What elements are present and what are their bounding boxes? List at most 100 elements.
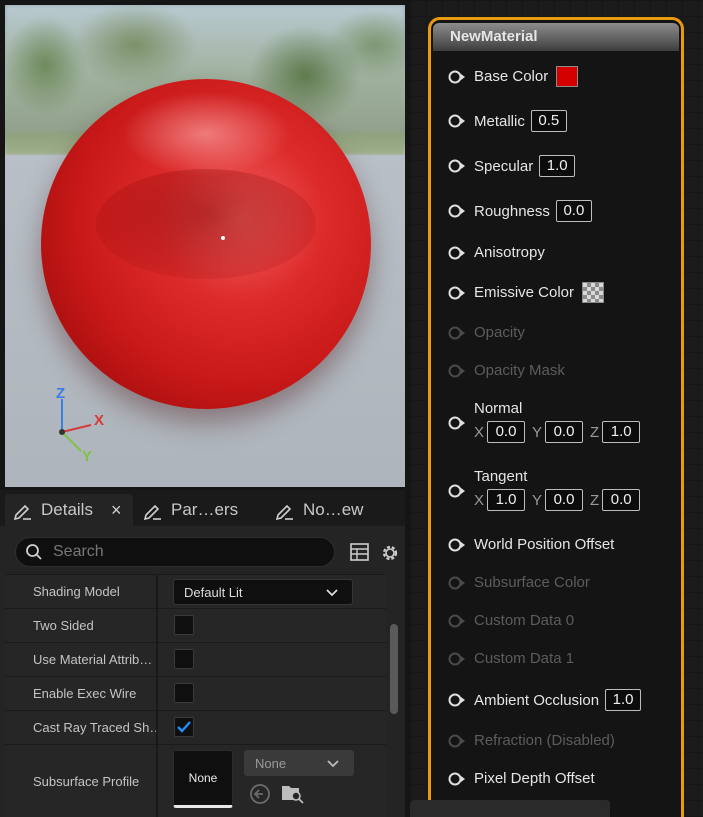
pin-metallic[interactable]: Metallic 0.5	[448, 110, 567, 132]
property-label: Two Sided	[33, 618, 94, 633]
material-graph-canvas[interactable]: NewMaterial Base Color Metallic 0.5 Spec…	[410, 0, 703, 817]
dropdown-value: None	[255, 755, 287, 771]
gear-icon[interactable]	[380, 543, 400, 563]
pin-label: Anisotropy	[474, 244, 545, 261]
preview-sphere	[41, 79, 371, 409]
pencil-icon	[275, 504, 293, 520]
enable-exec-wire-checkbox[interactable]	[174, 683, 194, 703]
details-body: Search Shading Model Default Lit Two Sid…	[0, 526, 405, 817]
use-material-attributes-checkbox[interactable]	[174, 649, 194, 669]
pin-icon	[448, 734, 465, 747]
chevron-down-icon	[326, 589, 338, 597]
pin-label: Emissive Color	[474, 284, 575, 301]
tangent-y-input[interactable]: 0.0	[545, 489, 584, 511]
thumbnail-label: None	[188, 771, 218, 785]
pin-icon	[448, 652, 465, 665]
shading-model-dropdown[interactable]: Default Lit	[173, 579, 353, 605]
pin-label: Roughness	[474, 202, 550, 220]
tangent-vector-inputs: X 1.0 Y 0.0 Z 0.0	[474, 489, 647, 511]
pin-pixel-depth-offset[interactable]: Pixel Depth Offset	[448, 770, 595, 787]
axis-label-y: Y	[532, 491, 543, 509]
pin-normal[interactable]: Normal	[448, 400, 522, 417]
pin-icon	[448, 70, 465, 83]
details-scrollbar[interactable]	[390, 624, 398, 714]
property-label: Cast Ray Traced Sh…	[33, 720, 157, 735]
pin-refraction: Refraction (Disabled)	[448, 732, 615, 749]
pin-label: World Position Offset	[474, 536, 615, 553]
tangent-x-input[interactable]: 1.0	[487, 489, 526, 511]
column-divider	[156, 745, 158, 817]
tab-parameters-label: Par…ers	[171, 500, 239, 519]
pin-label: Base Color	[474, 68, 549, 85]
close-icon[interactable]: ×	[111, 500, 122, 521]
browse-asset-icon[interactable]	[281, 782, 305, 804]
subsurface-profile-dropdown[interactable]: None	[244, 750, 354, 776]
pin-base-color[interactable]: Base Color	[448, 66, 579, 87]
use-selected-asset-icon[interactable]	[249, 783, 271, 805]
tangent-z-input[interactable]: 0.0	[602, 489, 641, 511]
search-input[interactable]: Search	[15, 537, 335, 567]
pin-specular[interactable]: Specular 1.0	[448, 155, 576, 177]
checkmark-icon	[177, 721, 191, 733]
metallic-value-input[interactable]: 0.5	[530, 110, 567, 132]
pin-icon	[448, 326, 465, 339]
pin-label: Metallic	[474, 112, 525, 130]
axis-label-x: X	[474, 491, 485, 509]
normal-y-input[interactable]: 0.0	[545, 421, 584, 443]
graph-bottom-tab[interactable]	[410, 800, 610, 817]
axis-label-x: X	[474, 423, 485, 441]
property-row-enable-exec-wire: Enable Exec Wire	[5, 676, 386, 710]
two-sided-checkbox[interactable]	[174, 615, 194, 635]
pin-world-position-offset[interactable]: World Position Offset	[448, 536, 614, 553]
pencil-icon	[13, 504, 31, 520]
column-divider	[156, 575, 158, 608]
axis-label-z: Z	[590, 423, 600, 441]
pin-icon	[448, 364, 465, 377]
tab-node-preview[interactable]: No…ew	[275, 494, 395, 526]
column-divider	[156, 677, 158, 710]
property-row-subsurface-profile: Subsurface Profile None None	[5, 744, 386, 817]
normal-vector-inputs: X 0.0 Y 0.0 Z 1.0	[474, 421, 647, 443]
specular-value-input[interactable]: 1.0	[539, 155, 576, 177]
normal-z-input[interactable]: 1.0	[602, 421, 641, 443]
property-row-shading-model: Shading Model Default Lit	[5, 574, 386, 608]
roughness-value-input[interactable]: 0.0	[555, 200, 592, 222]
pin-ambient-occlusion[interactable]: Ambient Occlusion 1.0	[448, 689, 642, 711]
pin-anisotropy[interactable]: Anisotropy	[448, 244, 545, 261]
axis-label-y: Y	[532, 423, 543, 441]
pencil-icon	[143, 504, 161, 520]
pin-emissive-color[interactable]: Emissive Color	[448, 282, 605, 303]
pin-icon	[448, 576, 465, 589]
pin-icon	[448, 159, 465, 173]
search-placeholder: Search	[53, 543, 104, 560]
pin-icon	[448, 246, 465, 259]
axis-gizmo: Z X Y	[56, 385, 104, 465]
pin-subsurface-color: Subsurface Color	[448, 574, 590, 591]
pin-tangent[interactable]: Tangent	[448, 468, 527, 485]
emissive-color-swatch[interactable]	[582, 282, 605, 303]
tab-details-label: Details	[41, 500, 93, 519]
chevron-down-icon	[327, 760, 339, 768]
panel-tab-bar: Details × Par…ers No…ew	[0, 490, 405, 526]
base-color-swatch[interactable]	[556, 66, 579, 87]
pin-roughness[interactable]: Roughness 0.0	[448, 200, 592, 222]
node-header[interactable]: NewMaterial	[433, 23, 679, 51]
node-title: NewMaterial	[450, 28, 538, 45]
column-divider	[156, 643, 158, 676]
pin-icon	[448, 772, 465, 785]
tab-parameters[interactable]: Par…ers	[143, 494, 263, 526]
material-result-node[interactable]: NewMaterial Base Color Metallic 0.5 Spec…	[428, 17, 684, 817]
cast-ray-traced-shadows-checkbox[interactable]	[174, 717, 194, 737]
property-row-use-material-attributes: Use Material Attrib…	[5, 642, 386, 676]
normal-x-input[interactable]: 0.0	[487, 421, 526, 443]
ambient-occlusion-value-input[interactable]: 1.0	[605, 689, 642, 711]
details-panel: Details × Par…ers No…ew Search Shading M…	[0, 490, 405, 817]
table-view-icon[interactable]	[350, 543, 369, 561]
pin-icon	[448, 614, 465, 627]
subsurface-profile-thumbnail[interactable]: None	[173, 750, 233, 808]
property-row-two-sided: Two Sided	[5, 608, 386, 642]
material-preview-viewport[interactable]: Z X Y	[5, 5, 405, 487]
gizmo-y-label: Y	[82, 448, 92, 465]
column-divider	[156, 711, 158, 744]
tab-details[interactable]: Details ×	[5, 494, 133, 526]
